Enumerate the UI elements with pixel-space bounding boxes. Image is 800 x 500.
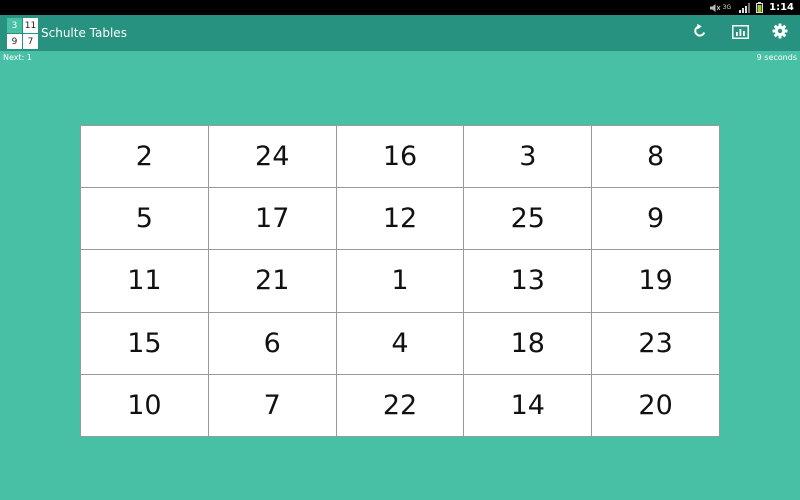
timer-label: 9 seconds <box>756 53 797 62</box>
grid-cell[interactable]: 12 <box>336 188 464 250</box>
grid-cell[interactable]: 11 <box>81 250 208 312</box>
signal-icon <box>739 2 751 13</box>
app-title: Schulte Tables <box>41 26 127 40</box>
grid-cell[interactable]: 21 <box>208 250 336 312</box>
grid-cell[interactable]: 14 <box>464 374 592 436</box>
refresh-icon <box>692 23 708 43</box>
action-bar: 3 11 9 7 Schulte Tables <box>0 15 800 51</box>
grid-cell[interactable]: 3 <box>464 126 592 188</box>
grid-cell[interactable]: 10 <box>81 374 208 436</box>
grid-cell[interactable]: 5 <box>81 188 208 250</box>
grid-cell[interactable]: 4 <box>336 312 464 374</box>
grid-cell[interactable]: 13 <box>464 250 592 312</box>
grid-cell[interactable]: 1 <box>336 250 464 312</box>
grid-cell[interactable]: 19 <box>592 250 719 312</box>
grid-cell[interactable]: 6 <box>208 312 336 374</box>
grid-cell[interactable]: 7 <box>208 374 336 436</box>
logo-digit: 7 <box>23 34 38 49</box>
app-logo-icon: 3 11 9 7 <box>7 18 38 49</box>
clock: 1:14 <box>769 2 794 13</box>
logo-digit: 11 <box>23 18 38 33</box>
bar-chart-icon <box>731 24 749 43</box>
grid-cell[interactable]: 8 <box>592 126 719 188</box>
logo-digit: 9 <box>7 34 22 49</box>
grid-cell[interactable]: 17 <box>208 188 336 250</box>
grid-cell[interactable]: 15 <box>81 312 208 374</box>
grid-cell[interactable]: 25 <box>464 188 592 250</box>
gear-icon <box>772 23 788 43</box>
grid-cell[interactable]: 2 <box>81 126 208 188</box>
grid-cell[interactable]: 18 <box>464 312 592 374</box>
status-bar: 3G 1:14 <box>0 0 800 15</box>
grid-cell[interactable]: 16 <box>336 126 464 188</box>
grid-cell[interactable]: 20 <box>592 374 719 436</box>
statistics-button[interactable] <box>730 23 750 43</box>
grid-cell[interactable]: 23 <box>592 312 719 374</box>
grid-cell[interactable]: 22 <box>336 374 464 436</box>
status-icons: 3G 1:14 <box>709 0 794 15</box>
restart-button[interactable] <box>690 23 710 43</box>
mute-icon <box>709 3 721 13</box>
info-row: Next: 1 9 seconds <box>0 51 800 63</box>
logo-digit: 3 <box>7 18 22 33</box>
battery-icon <box>756 2 764 13</box>
next-number-label: Next: 1 <box>3 53 32 62</box>
grid-cell[interactable]: 24 <box>208 126 336 188</box>
network-type-label: 3G <box>722 3 732 11</box>
grid-cell[interactable]: 9 <box>592 188 719 250</box>
schulte-grid: 2 24 16 3 8 5 17 12 25 9 11 21 1 13 19 1… <box>80 125 720 437</box>
settings-button[interactable] <box>770 23 790 43</box>
